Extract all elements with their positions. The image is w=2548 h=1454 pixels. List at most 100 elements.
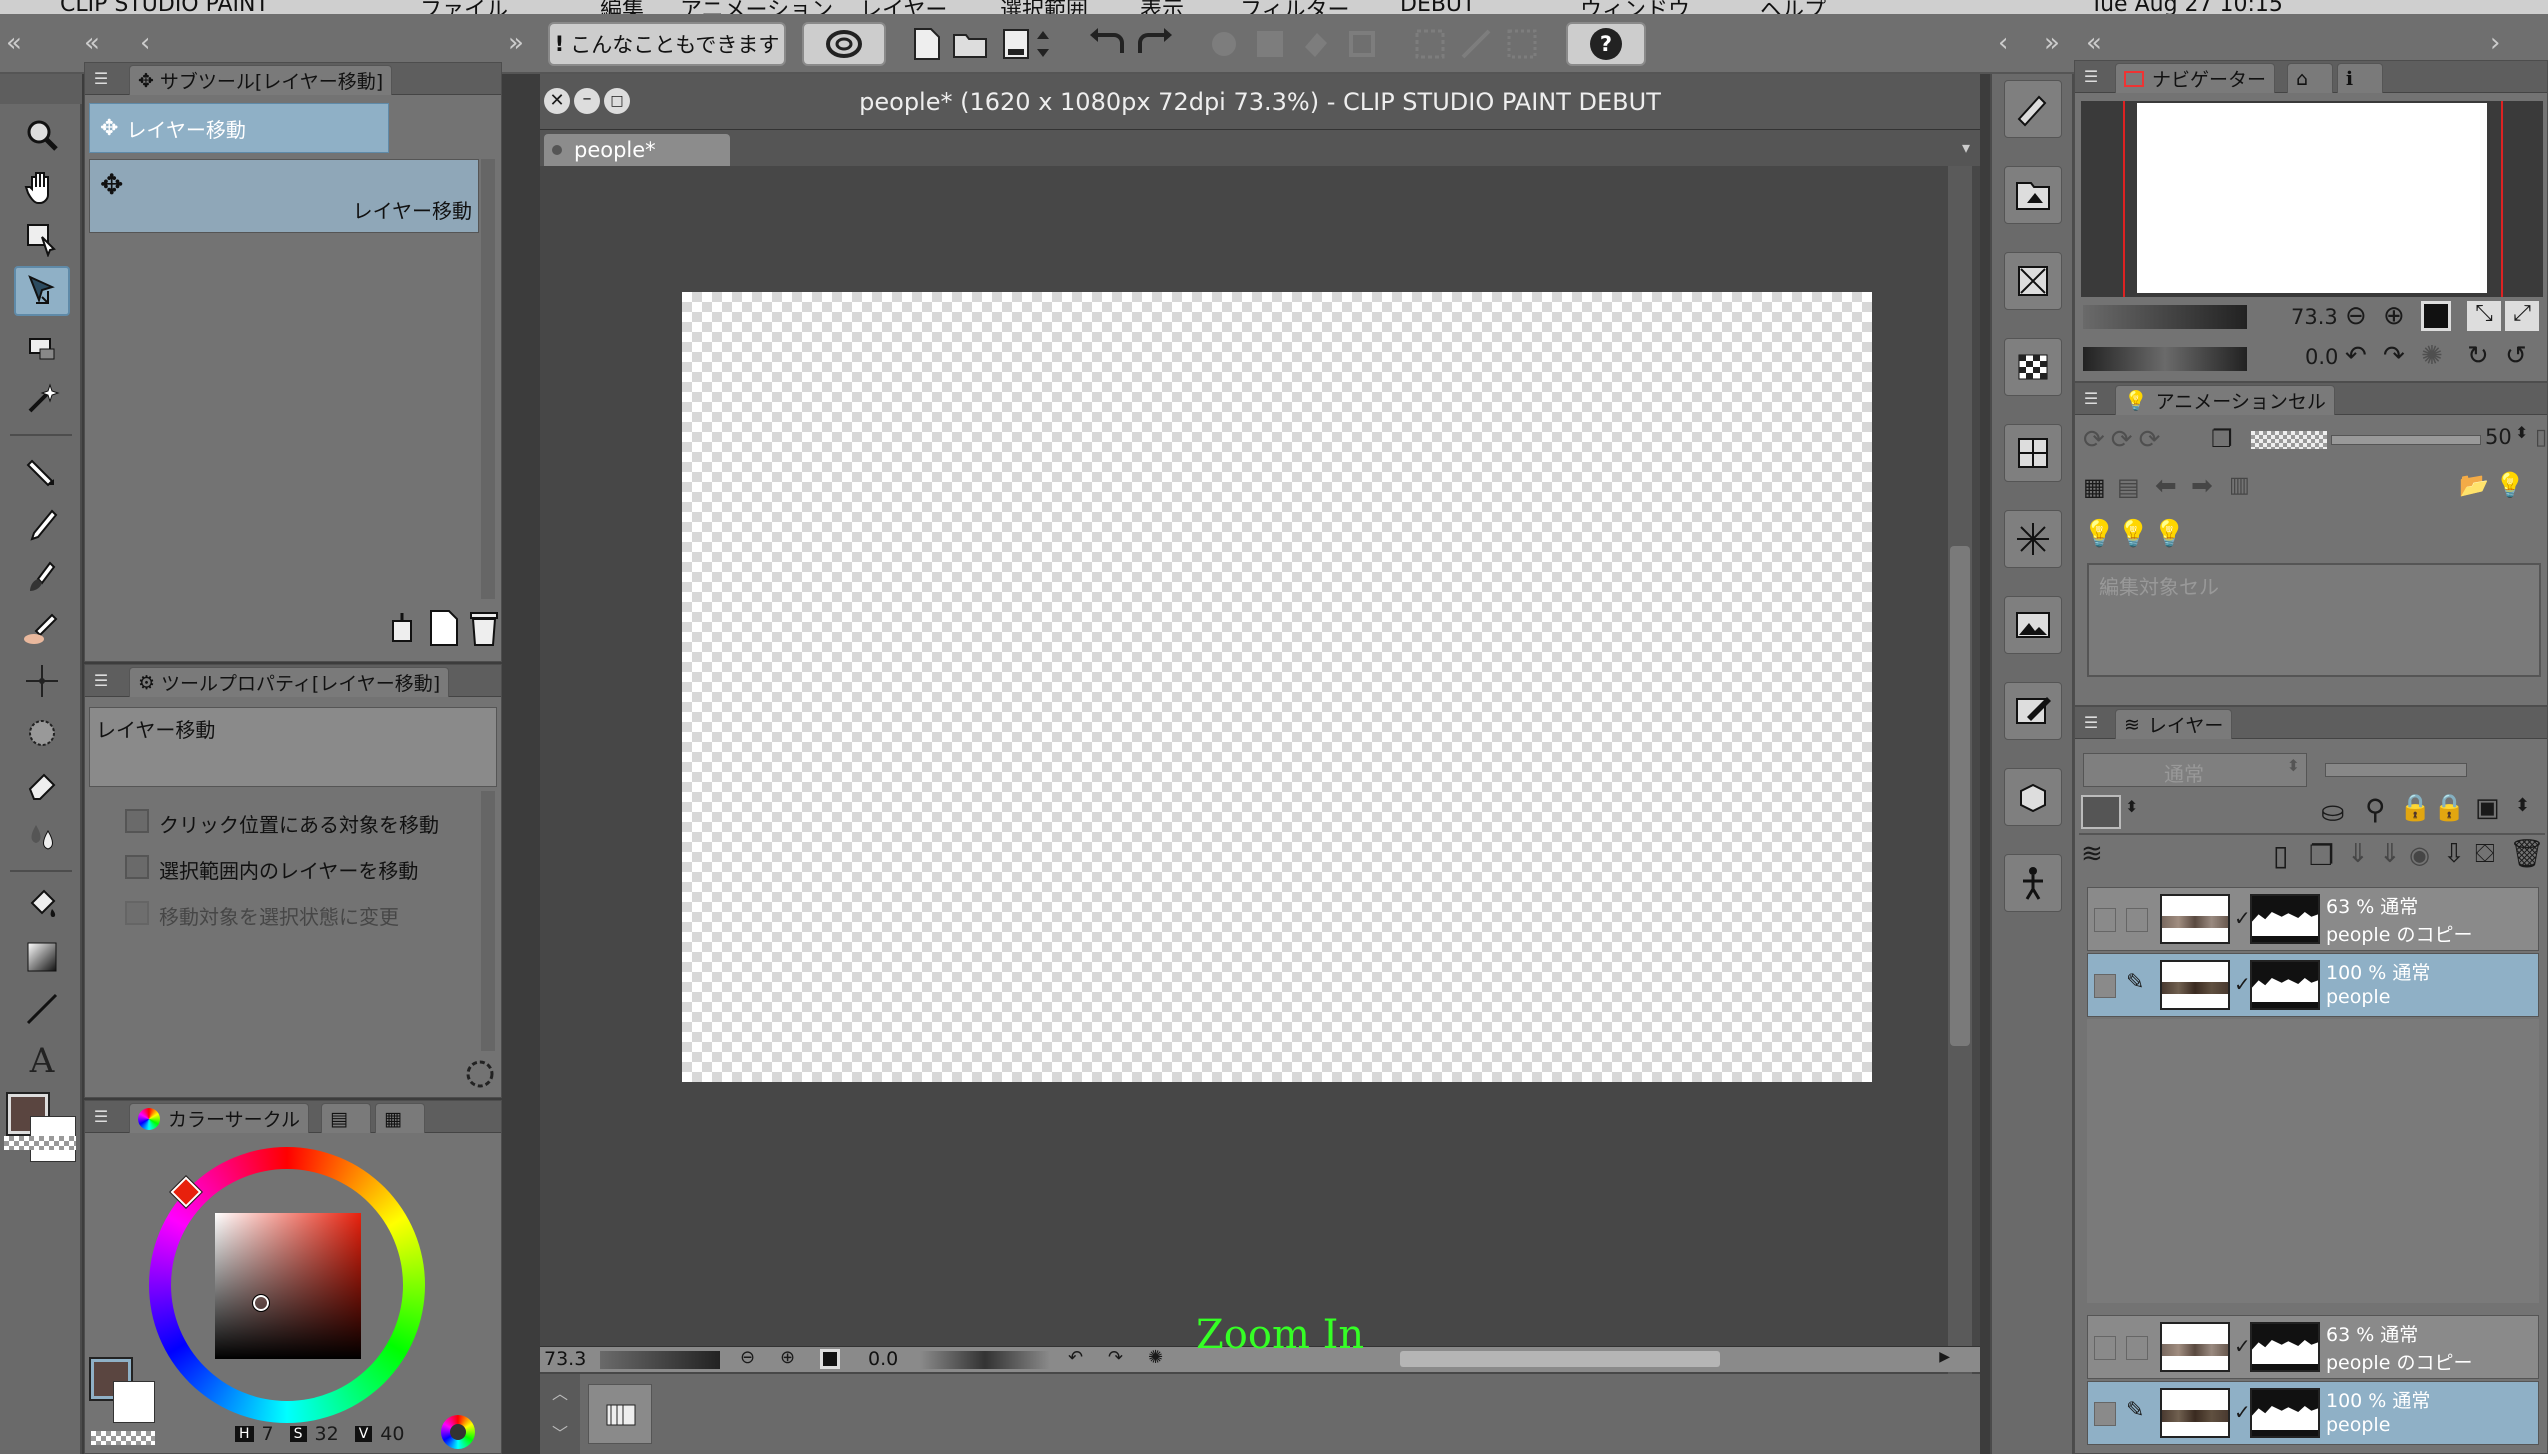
navigator-panel-icon[interactable] — [2004, 252, 2062, 310]
menu-filter[interactable]: フィルター — [1240, 0, 1350, 14]
brush-tool-icon[interactable] — [14, 552, 70, 602]
tab-subview[interactable]: ⌂ — [2287, 63, 2333, 93]
lock-transparent-icon[interactable]: 🔒 — [2433, 793, 2465, 823]
color-mix-tool-icon[interactable] — [14, 812, 70, 862]
stepper-icon[interactable]: ⬍ — [2125, 797, 2138, 816]
chevron-left-right-icon[interactable]: ‹ — [1998, 28, 2008, 58]
option-click-position[interactable]: クリック位置にある対象を移動 — [85, 799, 485, 845]
nav-rotate-180-icon[interactable]: ↺ — [2505, 341, 2527, 371]
layer-stack-icon[interactable]: ≋ — [2081, 839, 2103, 869]
pencil-tool-icon[interactable] — [14, 500, 70, 550]
chevron-right-icon[interactable]: › — [2490, 28, 2500, 58]
airbrush-tool-icon[interactable] — [14, 656, 70, 706]
transparent-color-swatch[interactable] — [4, 1136, 76, 1150]
visibility-toggle[interactable] — [2094, 908, 2116, 932]
zoom-out-icon[interactable]: ⊖ — [740, 1347, 755, 1368]
figure-panel-icon[interactable] — [2004, 854, 2062, 912]
pen-tool-icon[interactable] — [14, 448, 70, 498]
light-table-layer-icon[interactable]: 💡 — [2153, 519, 2185, 549]
eraser-tool-icon[interactable] — [14, 760, 70, 810]
reference-layer-icon[interactable]: ⚲ — [2365, 793, 2386, 826]
figure-tool-icon[interactable] — [14, 984, 70, 1034]
image-panel-icon[interactable] — [2004, 596, 2062, 654]
cel-opacity-slider[interactable] — [2331, 435, 2481, 445]
light-table-icon[interactable]: 💡 — [2083, 519, 2115, 549]
menu-layer[interactable]: レイヤー — [860, 0, 947, 14]
edit-panel-icon[interactable] — [2004, 682, 2062, 740]
panel-menu-icon[interactable]: ☰ — [91, 69, 111, 89]
layer-transfer-icon[interactable]: ⛋ — [2475, 839, 2495, 870]
lock-toggle[interactable] — [2126, 908, 2148, 932]
fill-bucket-icon[interactable] — [14, 880, 70, 930]
tab-info[interactable]: ℹ — [2337, 63, 2383, 93]
drawing-canvas[interactable] — [682, 292, 1872, 1082]
gradient-tool-icon[interactable] — [14, 932, 70, 982]
layer-check-icon[interactable]: ✓ — [2234, 1400, 2251, 1424]
clip-lower-layer-icon[interactable]: ⛀ — [2321, 795, 2344, 828]
selection-tool-icon[interactable] — [14, 322, 70, 372]
reset-rotation-icon[interactable]: ✺ — [1148, 1347, 1163, 1368]
nav-flip-h-icon[interactable]: ⤡ — [2467, 301, 2501, 331]
mask-enable-icon[interactable]: ▣ — [2475, 793, 2500, 823]
menu-edit[interactable]: 編集 — [600, 0, 644, 14]
menu-app[interactable]: CLIP STUDIO PAINT — [60, 0, 269, 14]
tab-color-set[interactable]: ▦ — [375, 1103, 425, 1133]
canvas-vertical-scrollbar[interactable] — [1948, 166, 1972, 1428]
chevron-left-icon[interactable]: ‹ — [140, 28, 150, 58]
transparency-panel-icon[interactable] — [2004, 338, 2062, 396]
layer-check-icon[interactable]: ✓ — [2234, 972, 2251, 996]
fit-canvas-icon[interactable] — [820, 1349, 840, 1369]
panel-menu-icon[interactable]: ☰ — [91, 1107, 111, 1127]
subtool-scrollbar[interactable] — [481, 159, 495, 599]
saturation-value-square[interactable] — [215, 1213, 361, 1359]
color-transparent-swatch[interactable] — [91, 1431, 155, 1445]
stepper-icon[interactable]: ⬍ — [2515, 423, 2528, 442]
open-folder-icon[interactable] — [950, 24, 990, 64]
opacity-slider[interactable] — [2325, 763, 2467, 777]
menu-help[interactable]: ヘルプ — [1760, 0, 1826, 14]
layer-row[interactable]: ✓ 63 % 通常 people のコピー — [2087, 1315, 2539, 1379]
delete-layer-icon[interactable]: 🗑 — [2509, 837, 2545, 870]
timeline-button[interactable] — [588, 1384, 652, 1444]
tab-navigator[interactable]: ナビゲーター — [2115, 63, 2276, 93]
subtool-settings-icon[interactable] — [385, 611, 419, 645]
brush-size-panel-icon[interactable] — [2004, 80, 2062, 138]
rotation-slider[interactable] — [920, 1351, 1050, 1369]
toolprop-scrollbar[interactable] — [481, 791, 495, 1051]
layer-row-selected[interactable]: ✎ ✓ 100 % 通常 people — [2087, 1381, 2539, 1445]
redo-icon[interactable] — [1134, 24, 1174, 64]
new-file-icon[interactable] — [906, 24, 946, 64]
layer-property-panel-icon[interactable] — [2004, 424, 2062, 482]
decoration-tool-icon[interactable] — [14, 708, 70, 758]
tab-people[interactable]: people* — [544, 134, 730, 166]
layer-check-icon[interactable]: ✓ — [2234, 906, 2251, 930]
move-layer-tool-icon[interactable] — [14, 266, 70, 316]
rotate-left-icon[interactable]: ↶ — [1068, 1347, 1083, 1368]
new-raster-layer-icon[interactable]: ▯ — [2273, 839, 2288, 872]
panel-menu-icon[interactable]: ☰ — [2081, 389, 2101, 409]
blend-tool-icon[interactable] — [14, 604, 70, 654]
panel-menu-icon[interactable]: ☰ — [91, 671, 111, 691]
hand-tool-icon[interactable] — [14, 162, 70, 212]
checkbox[interactable] — [125, 809, 149, 833]
tab-color-slider[interactable]: ▤ — [321, 1103, 371, 1133]
lock-toggle[interactable] — [2126, 1336, 2148, 1360]
subtool-group-move-layer[interactable]: ✥ レイヤー移動 — [89, 103, 389, 153]
3d-panel-icon[interactable] — [2004, 768, 2062, 826]
panel-menu-icon[interactable]: ☰ — [2081, 67, 2101, 87]
nav-rotate-left-icon[interactable]: ↶ — [2345, 341, 2367, 371]
timeline-collapse[interactable]: ︿ ﹀ — [540, 1374, 580, 1454]
zoom-tool-icon[interactable] — [14, 110, 70, 160]
nav-zoom-in-icon[interactable]: ⊕ — [2383, 301, 2405, 331]
operation-tool-icon[interactable] — [14, 214, 70, 264]
scroll-right-icon[interactable]: ▶ — [1939, 1349, 1950, 1365]
expand-right-icon[interactable]: » — [2044, 28, 2060, 58]
cel-add-icon[interactable]: ▦ — [2083, 473, 2106, 501]
layer-row[interactable]: ✓ 63 % 通常 people のコピー — [2087, 887, 2539, 951]
save-menu-icon[interactable] — [1030, 24, 1056, 64]
navigator-preview[interactable] — [2081, 101, 2543, 297]
checkbox[interactable] — [125, 855, 149, 879]
cel-copy-icon[interactable]: ❐ — [2211, 425, 2233, 453]
color-mode-icon[interactable] — [441, 1415, 475, 1449]
subtool-item-move-layer[interactable]: ✥ レイヤー移動 — [89, 159, 479, 233]
